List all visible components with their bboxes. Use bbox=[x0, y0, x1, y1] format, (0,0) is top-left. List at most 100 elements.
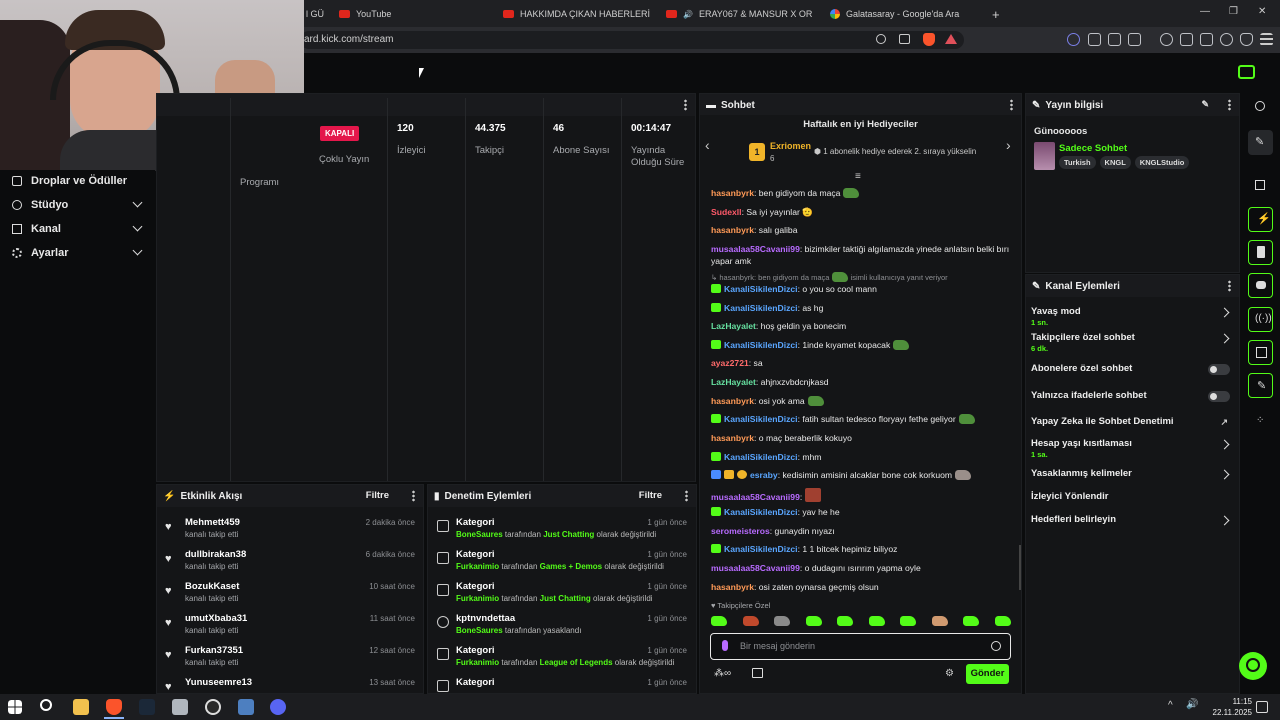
follower-name[interactable]: Mehmett459 bbox=[185, 517, 240, 528]
chat-username[interactable]: hasanbyrk bbox=[711, 225, 754, 235]
sidebar-toggle-icon[interactable] bbox=[1180, 33, 1193, 46]
wallet-icon[interactable] bbox=[1200, 33, 1213, 46]
new-tab-button[interactable]: + bbox=[992, 4, 1004, 24]
chat-username[interactable]: KanaliSikilenDizci bbox=[724, 340, 798, 350]
more-options-icon[interactable] bbox=[1228, 280, 1231, 292]
emote-icon[interactable] bbox=[774, 616, 791, 626]
rewards-icon[interactable] bbox=[945, 34, 957, 44]
tab-youtube[interactable]: YouTube bbox=[339, 4, 489, 24]
category-thumbnail[interactable] bbox=[1034, 142, 1055, 170]
extension-icon[interactable] bbox=[1088, 33, 1101, 46]
minimize-icon[interactable]: — bbox=[1200, 6, 1210, 17]
gear-icon[interactable]: ⚙ bbox=[945, 668, 954, 679]
sidebar-item-channel[interactable]: Kanal bbox=[12, 219, 147, 239]
emote-only-toggle[interactable] bbox=[1208, 391, 1230, 402]
send-button[interactable]: Gönder bbox=[966, 664, 1009, 684]
notification-icon[interactable] bbox=[1256, 701, 1268, 713]
chat-username[interactable]: LazHayalet bbox=[711, 321, 756, 331]
pin-icon[interactable]: ≡ bbox=[855, 171, 861, 182]
follower-name[interactable]: BozukKaset bbox=[185, 581, 239, 592]
chat-username[interactable]: KanaliSikilenDizci bbox=[724, 303, 798, 313]
puzzle-icon[interactable] bbox=[1108, 33, 1121, 46]
tab-google[interactable]: Galatasaray - Google'da Ara bbox=[830, 4, 980, 24]
rail-button-bolt[interactable]: ⚡ bbox=[1248, 207, 1273, 232]
chat-scrollbar[interactable] bbox=[1019, 545, 1021, 590]
chat-username[interactable]: musaalaa58Cavanii99 bbox=[711, 563, 800, 573]
tab-eray[interactable]: 🔊 ERAY067 & MANSUR X ORGANİ bbox=[666, 4, 812, 24]
emoji-icon[interactable] bbox=[991, 641, 1001, 651]
emote-icon[interactable] bbox=[868, 616, 885, 626]
mod-actor[interactable]: Furkanimio bbox=[456, 562, 499, 571]
crop-icon[interactable] bbox=[1255, 180, 1265, 190]
volume-icon[interactable]: 🔊 bbox=[1186, 699, 1198, 710]
chat-username[interactable]: KanaliSikilenDizci bbox=[724, 544, 798, 554]
more-dots-icon[interactable]: ⁘ bbox=[1256, 415, 1264, 426]
chat-username[interactable]: LazHayalet bbox=[711, 377, 756, 387]
steam-icon[interactable] bbox=[139, 699, 155, 715]
mic-icon[interactable] bbox=[722, 640, 728, 651]
vpn-icon[interactable] bbox=[1220, 33, 1233, 46]
start-icon[interactable] bbox=[8, 700, 22, 714]
chat-username[interactable]: musaalaa58Cavanii99 bbox=[711, 244, 800, 254]
action-account-age[interactable]: Hesap yaşı kısıtlaması 1 sa. bbox=[1031, 438, 1236, 459]
tray-chevron-icon[interactable]: ^ bbox=[1168, 700, 1173, 711]
search-icon[interactable] bbox=[40, 699, 52, 711]
sidebar-item-studio[interactable]: Stüdyo bbox=[12, 195, 147, 215]
chat-username[interactable]: KanaliSikilenDizci bbox=[724, 452, 798, 462]
emote-icon[interactable] bbox=[805, 616, 822, 626]
mod-action-title[interactable]: kptnvndettaa bbox=[456, 613, 515, 624]
more-options-icon[interactable] bbox=[412, 490, 415, 502]
action-followers-only[interactable]: Takipçilere özel sohbet 6 dk. bbox=[1031, 332, 1236, 353]
chat-username[interactable]: KanaliSikilenDizci bbox=[724, 284, 798, 294]
chat-username[interactable]: Sudexll bbox=[711, 207, 742, 217]
url-field[interactable]: ard.kick.com/stream bbox=[300, 31, 964, 49]
more-options-icon[interactable] bbox=[685, 490, 688, 502]
chat-username[interactable]: hasanbyrk bbox=[711, 433, 754, 443]
sidebar-item-settings[interactable]: Ayarlar bbox=[12, 243, 147, 263]
restore-icon[interactable]: ❐ bbox=[1229, 6, 1238, 17]
chat-username[interactable]: musaalaa58Cavanii99 bbox=[711, 492, 800, 502]
tag-chip[interactable]: KNGLStudio bbox=[1134, 156, 1190, 169]
top-gifter-name[interactable]: Exriomen bbox=[770, 141, 811, 151]
sidebar-item-drops[interactable]: Droplar ve Ödüller bbox=[12, 171, 147, 191]
rail-button-tools[interactable]: ✎ bbox=[1248, 373, 1273, 398]
emote-icon[interactable] bbox=[742, 616, 759, 626]
app-icon[interactable] bbox=[172, 699, 188, 715]
chevron-right-icon[interactable]: › bbox=[1006, 137, 1011, 153]
rail-button-moderation[interactable] bbox=[1248, 340, 1273, 365]
follower-name[interactable]: dullbirakan38 bbox=[185, 549, 246, 560]
emote-icon[interactable] bbox=[994, 616, 1011, 626]
action-ai-moderation[interactable]: Yapay Zeka ile Sohbet Denetimi ↗ bbox=[1031, 416, 1236, 427]
support-button[interactable] bbox=[1239, 652, 1267, 680]
category-link[interactable]: Sadece Sohbet bbox=[1059, 143, 1127, 154]
rail-button-document[interactable] bbox=[1248, 240, 1273, 265]
filter-button[interactable]: Filtre bbox=[639, 490, 662, 501]
rail-button-chat[interactable] bbox=[1248, 273, 1273, 298]
mod-actor[interactable]: Furkanimio bbox=[456, 658, 499, 667]
tab-news[interactable]: HAKKIMDA ÇIKAN HABERLERİ İNCEL bbox=[503, 4, 653, 24]
follower-name[interactable]: Yunuseemre13 bbox=[185, 677, 252, 688]
more-options-icon[interactable] bbox=[1228, 99, 1231, 111]
close-icon[interactable]: ✕ bbox=[1258, 6, 1266, 17]
brave-shield-icon[interactable] bbox=[923, 33, 935, 46]
app-icon[interactable] bbox=[238, 699, 254, 715]
media-icon[interactable] bbox=[1160, 33, 1173, 46]
kick-logo-icon[interactable] bbox=[1238, 65, 1255, 79]
file-explorer-icon[interactable] bbox=[73, 699, 89, 715]
chevron-left-icon[interactable]: ‹ bbox=[705, 137, 710, 153]
zoom-icon[interactable] bbox=[876, 34, 886, 44]
action-goals[interactable]: Hedefleri belirleyin bbox=[1031, 514, 1236, 526]
chat-username[interactable]: KanaliSikilenDizci bbox=[724, 507, 798, 517]
tag-chip[interactable]: KNGL bbox=[1099, 156, 1131, 169]
action-banned-words[interactable]: Yasaklanmış kelimeler bbox=[1031, 468, 1236, 480]
chat-username[interactable]: hasanbyrk bbox=[711, 396, 754, 406]
action-raid[interactable]: İzleyici Yönlendir bbox=[1031, 491, 1236, 502]
gift-icon[interactable]: ⁂∞ bbox=[714, 668, 731, 679]
tab-partial[interactable]: l GÜ bbox=[306, 4, 326, 24]
mod-actor[interactable]: Furkanimio bbox=[456, 594, 499, 603]
info-icon[interactable] bbox=[1255, 101, 1265, 111]
store-icon[interactable] bbox=[752, 668, 763, 678]
chat-username[interactable]: KanaliSikilenDizci bbox=[724, 414, 798, 424]
rail-button-broadcast[interactable]: ((·)) bbox=[1248, 307, 1273, 332]
more-options-icon[interactable] bbox=[1010, 99, 1013, 111]
